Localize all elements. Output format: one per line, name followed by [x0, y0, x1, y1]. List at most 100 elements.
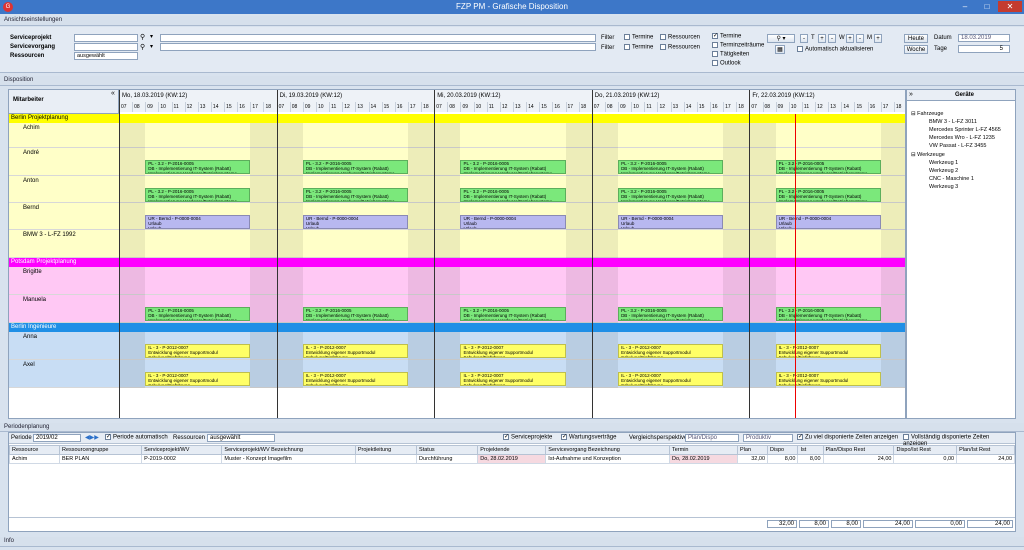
- person-row[interactable]: Bernd: [9, 203, 905, 230]
- task-bar[interactable]: UR - Bernd - P-0000-0004 Urlaub Urlaub: [302, 215, 408, 229]
- vergleich-select[interactable]: Plan/Dispo: [685, 434, 739, 442]
- tree-item[interactable]: Werkzeug 2: [929, 168, 958, 174]
- person-row[interactable]: Achim: [9, 123, 905, 148]
- task-bar[interactable]: PL - 3.2 - P-2016-0005 DB - Implementieru…: [618, 307, 724, 321]
- auto-update-checkbox[interactable]: Automatisch aktualisieren: [797, 46, 873, 53]
- column-header[interactable]: Status: [416, 445, 479, 455]
- task-bar[interactable]: UR - Bernd - P-0000-0004 Urlaub Urlaub: [618, 215, 724, 229]
- group-header[interactable]: Berlin Ingenieure: [9, 323, 905, 332]
- task-bar[interactable]: PL - 3.2 - P-2016-0005 DB - Implementieru…: [775, 160, 881, 174]
- task-bar[interactable]: PL - 3.2 - P-2016-0005 DB - Implementieru…: [775, 188, 881, 202]
- zoom-t-plus-button[interactable]: +: [818, 34, 826, 43]
- task-bar[interactable]: UR - Bernd - P-0000-0004 Urlaub Urlaub: [145, 215, 251, 229]
- column-header[interactable]: Ist: [797, 445, 824, 455]
- person-row[interactable]: Anton: [9, 176, 905, 203]
- person-row[interactable]: Manuela: [9, 295, 905, 323]
- opt-outlook-checkbox[interactable]: Outlook: [712, 60, 741, 67]
- termine-checkbox[interactable]: Termine: [624, 34, 653, 41]
- column-header[interactable]: Serviceprojekt/WV Bezeichnung: [221, 445, 356, 455]
- close-button[interactable]: ✕: [998, 1, 1022, 12]
- tree-item[interactable]: VW Passat - L-FZ 3455: [929, 143, 986, 149]
- task-bar[interactable]: PL - 3.2 - P-2016-0005 DB - Implementieru…: [618, 160, 724, 174]
- wartungsvertraege-checkbox[interactable]: ✓ Wartungsverträge: [561, 434, 616, 441]
- task-bar[interactable]: PL - 3.2 - P-2016-0005 DB - Implementieru…: [302, 188, 408, 202]
- opt-termine-checkbox[interactable]: ✓ Termine: [712, 33, 741, 40]
- expand-right-icon[interactable]: »: [909, 91, 913, 98]
- task-bar[interactable]: PL - 3.2 - P-2016-0005 DB - Implementieru…: [618, 188, 724, 202]
- task-bar[interactable]: PL - 3.2 - P-2016-0005 DB - Implementieru…: [302, 160, 408, 174]
- column-header[interactable]: Ressource: [9, 445, 60, 455]
- calendar-icon[interactable]: ▦: [775, 45, 785, 54]
- group-header[interactable]: Potsdam Projektplanung: [9, 258, 905, 267]
- task-bar[interactable]: IL - 3 - P-2012-0007 Entwicklung eigener …: [618, 372, 724, 386]
- tree-item[interactable]: Werkzeug 1: [929, 160, 958, 166]
- column-header[interactable]: Plan/Ist Rest: [956, 445, 1015, 455]
- person-row[interactable]: BMW 3 - L-FZ 1992: [9, 230, 905, 258]
- ressourcen-checkbox[interactable]: Ressourcen: [660, 34, 700, 41]
- datum-input[interactable]: 18.03.2019: [958, 34, 1010, 42]
- column-header[interactable]: Serviceprojekt/WV: [141, 445, 223, 455]
- task-bar[interactable]: IL - 3 - P-2012-0007 Entwicklung eigener …: [460, 344, 566, 358]
- person-row[interactable]: Axel: [9, 360, 905, 388]
- table-row[interactable]: Achim BER PLAN P-2019-0002 Muster - Konzept…: [9, 454, 1015, 464]
- task-bar[interactable]: PL - 3.2 - P-2016-0005 DB - Implementieru…: [145, 307, 251, 321]
- column-header[interactable]: Dispo/Ist Rest: [893, 445, 958, 455]
- person-row[interactable]: Brigitte: [9, 267, 905, 295]
- task-bar[interactable]: IL - 3 - P-2012-0007 Entwicklung eigener …: [775, 344, 881, 358]
- collapse-left-icon[interactable]: «: [111, 90, 115, 97]
- termine-checkbox[interactable]: Termine: [624, 44, 653, 51]
- task-bar[interactable]: PL - 3.2 - P-2016-0005 DB - Implementieru…: [460, 307, 566, 321]
- tree-item[interactable]: Mercedes Sprinter L-FZ 4565: [929, 127, 1001, 133]
- pp-ressourcen-select[interactable]: ausgewählt: [207, 434, 275, 442]
- tree-item[interactable]: BMW 3 - L-FZ 3011: [929, 119, 977, 125]
- tree-item[interactable]: Mercedes Wro - L-FZ 1235: [929, 135, 995, 141]
- task-bar[interactable]: PL - 3.2 - P-2016-0005 DB - Implementieru…: [302, 307, 408, 321]
- tree-werkzeuge[interactable]: ⊟ Werkzeuge: [911, 152, 945, 158]
- zoom-out-button[interactable]: -: [800, 34, 808, 43]
- periode-select[interactable]: 2019/02: [33, 434, 81, 442]
- maximize-button[interactable]: □: [978, 1, 996, 12]
- group-header[interactable]: Berlin Projektplanung: [9, 114, 905, 123]
- task-bar[interactable]: IL - 3 - P-2012-0007 Entwicklung eigener …: [302, 344, 408, 358]
- search-icon[interactable]: ⚲: [140, 43, 145, 51]
- task-bar[interactable]: PL - 3.2 - P-2016-0005 DB - Implementieru…: [460, 188, 566, 202]
- task-bar[interactable]: UR - Bernd - P-0000-0004 Urlaub Urlaub: [460, 215, 566, 229]
- zoom-m-minus-button[interactable]: -: [856, 34, 864, 43]
- task-bar[interactable]: IL - 3 - P-2012-0007 Entwicklung eigener …: [145, 344, 251, 358]
- column-header[interactable]: Dispo: [766, 445, 799, 455]
- task-bar[interactable]: UR - Bernd - P-0000-0004 Urlaub Urlaub: [775, 215, 881, 229]
- opt-terminzeitraeume-checkbox[interactable]: Terminzeiträume: [712, 42, 764, 49]
- serviceprojekte-checkbox[interactable]: ✓ Serviceprojekte: [503, 434, 552, 441]
- search-icon[interactable]: ⚲: [140, 33, 145, 41]
- tree-fahrzeuge[interactable]: ⊟ Fahrzeuge: [911, 111, 943, 117]
- zoom-w-plus-button[interactable]: +: [846, 34, 854, 43]
- serviceprojekt-input[interactable]: [74, 34, 138, 42]
- task-bar[interactable]: IL - 3 - P-2012-0007 Entwicklung eigener …: [618, 344, 724, 358]
- opt-taetigkeiten-checkbox[interactable]: Tätigkeiten: [712, 51, 749, 58]
- ressourcen-checkbox[interactable]: Ressourcen: [660, 44, 700, 51]
- task-bar[interactable]: IL - 3 - P-2012-0007 Entwicklung eigener …: [145, 372, 251, 386]
- nav-arrows-icon[interactable]: ◀▶▶: [85, 434, 99, 441]
- tage-input[interactable]: 5: [958, 45, 1010, 53]
- column-header[interactable]: Projektende: [477, 445, 547, 455]
- task-bar[interactable]: IL - 3 - P-2012-0007 Entwicklung eigener …: [460, 372, 566, 386]
- zoom-m-plus-button[interactable]: +: [874, 34, 882, 43]
- task-bar[interactable]: IL - 3 - P-2012-0007 Entwicklung eigener …: [775, 372, 881, 386]
- task-bar[interactable]: PL - 3.2 - P-2016-0005 DB - Implementieru…: [460, 160, 566, 174]
- task-bar[interactable]: PL - 3.2 - P-2016-0005 DB - Implementieru…: [145, 188, 251, 202]
- periode-auto-checkbox[interactable]: ✓ Periode automatisch: [105, 434, 168, 441]
- zoom-search-button[interactable]: ⚲ ▾: [767, 34, 795, 43]
- heute-button[interactable]: Heute: [904, 34, 928, 43]
- task-bar[interactable]: PL - 3.2 - P-2016-0005 DB - Implementieru…: [775, 307, 881, 321]
- chevron-down-icon[interactable]: ▾: [150, 33, 153, 40]
- tree-item[interactable]: Werkzeug 3: [929, 184, 958, 190]
- column-header[interactable]: Plan/Dispo Rest: [822, 445, 895, 455]
- column-header[interactable]: Projektleitung: [354, 445, 418, 455]
- produktiv-select[interactable]: Produktiv: [743, 434, 793, 442]
- woche-button[interactable]: Woche: [904, 45, 928, 54]
- zu-viel-checkbox[interactable]: ✓ Zu viel disponierte Zeiten anzeigen: [797, 434, 898, 441]
- servicevorgang-input[interactable]: [74, 43, 138, 51]
- column-header[interactable]: Servicevorgang Bezeichnung: [545, 445, 670, 455]
- tree-item[interactable]: CNC - Maschine 1: [929, 176, 974, 182]
- ressourcen-select[interactable]: ausgewählt: [74, 52, 138, 60]
